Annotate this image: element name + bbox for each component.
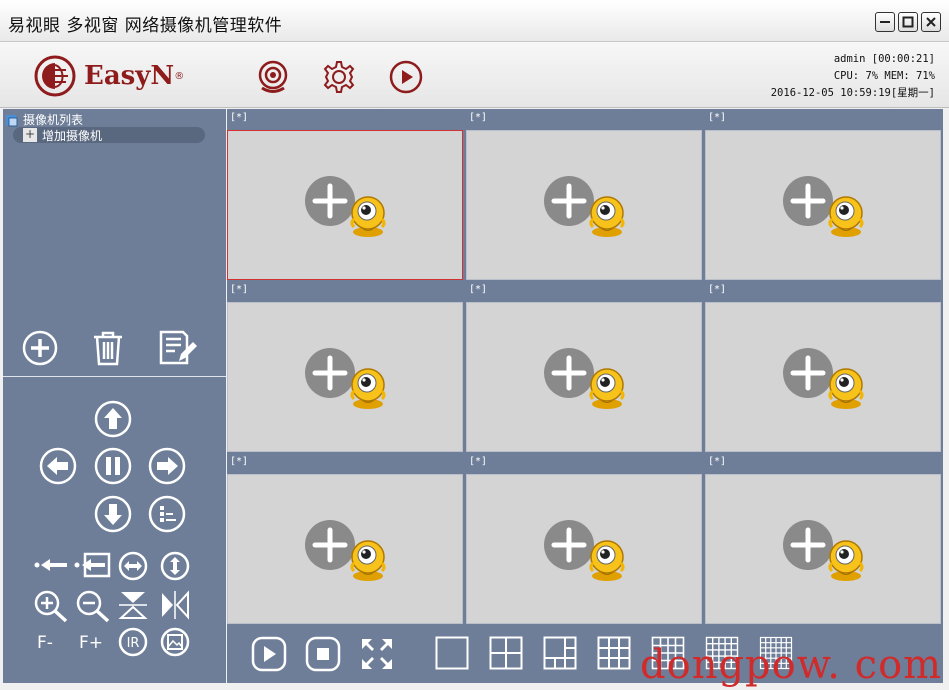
app-header: EasyN ® admin [00:00:21] CPU: 7% MEM: 71… xyxy=(0,42,949,108)
minimize-button[interactable] xyxy=(875,12,895,32)
video-screen[interactable] xyxy=(705,130,941,280)
video-screen[interactable] xyxy=(466,130,702,280)
resource-usage-text: CPU: 7% MEM: 71% xyxy=(833,70,935,82)
video-cell-7[interactable]: [*] xyxy=(227,453,463,625)
arrow-down-icon[interactable] xyxy=(93,494,133,534)
camera-list-icon xyxy=(6,114,18,126)
video-screen[interactable] xyxy=(227,474,463,624)
layout-6-icon[interactable] xyxy=(543,636,577,670)
zoom-out-icon[interactable] xyxy=(75,589,111,623)
video-screen[interactable] xyxy=(227,130,463,280)
fullscreen-icon[interactable] xyxy=(359,636,395,672)
camera-list-root[interactable]: 摄像机列表 xyxy=(5,111,83,128)
video-screen[interactable] xyxy=(705,302,941,452)
add-camera-icon[interactable] xyxy=(21,329,59,367)
cell-label: [*] xyxy=(469,112,488,123)
layout-9-icon[interactable] xyxy=(597,636,631,670)
preset-list-icon[interactable] xyxy=(147,494,187,534)
expand-plus-icon: + xyxy=(23,127,37,142)
add-camera-placeholder-icon xyxy=(544,176,625,237)
add-camera-placeholder-icon xyxy=(305,176,386,237)
image-settings-icon[interactable] xyxy=(159,626,191,658)
pause-icon[interactable] xyxy=(93,446,133,486)
add-camera-placeholder-icon xyxy=(783,348,864,409)
zoom-in-icon[interactable] xyxy=(33,589,69,623)
video-grid: [*] [*] [*] [*] [*] [*] [*] [*] [*] xyxy=(227,109,943,626)
camera-actions xyxy=(3,329,226,375)
add-camera-placeholder-icon xyxy=(783,520,864,581)
focus-plus-button[interactable]: F+ xyxy=(79,633,103,653)
video-screen[interactable] xyxy=(227,302,463,452)
logo-registered-mark: ® xyxy=(174,70,185,82)
maximize-button[interactable] xyxy=(898,12,918,32)
add-camera-placeholder-icon xyxy=(305,348,386,409)
close-icon xyxy=(926,17,936,27)
logo-text: EasyN xyxy=(84,61,175,91)
video-cell-4[interactable]: [*] xyxy=(227,281,463,453)
add-camera-placeholder-icon xyxy=(544,520,625,581)
minimize-icon xyxy=(880,21,890,23)
arrow-right-icon[interactable] xyxy=(147,446,187,486)
cell-label: [*] xyxy=(469,456,488,467)
vertical-scan-icon[interactable] xyxy=(159,550,191,582)
horizontal-scan-icon[interactable] xyxy=(117,550,149,582)
video-screen[interactable] xyxy=(705,474,941,624)
ir-label: IR xyxy=(127,636,140,651)
datetime-text: 2016-12-05 10:59:19[星期一] xyxy=(770,87,935,99)
cell-label: [*] xyxy=(469,284,488,295)
edit-icon[interactable] xyxy=(157,329,197,367)
video-cell-9[interactable]: [*] xyxy=(705,453,941,625)
maximize-icon xyxy=(902,16,914,28)
video-cell-3[interactable]: [*] xyxy=(705,109,941,281)
play-icon[interactable] xyxy=(388,59,424,95)
sidebar: 摄像机列表 + 增加摄像机 F- F+ IR xyxy=(3,109,226,683)
zoom-out-arrow-icon[interactable] xyxy=(31,552,71,578)
cell-label: [*] xyxy=(708,112,727,123)
zoom-in-arrow-icon[interactable] xyxy=(73,552,113,578)
video-cell-1[interactable]: [*] xyxy=(227,109,463,281)
tree-item-add-camera[interactable]: + 增加摄像机 xyxy=(13,127,205,143)
video-cell-8[interactable]: [*] xyxy=(466,453,702,625)
camera-icon[interactable] xyxy=(256,59,292,95)
arrow-left-icon[interactable] xyxy=(38,446,78,486)
layout-4-icon[interactable] xyxy=(489,636,523,670)
video-cell-2[interactable]: [*] xyxy=(466,109,702,281)
trash-icon[interactable] xyxy=(89,329,127,367)
flip-vertical-icon[interactable] xyxy=(117,589,149,621)
window-controls xyxy=(875,12,941,32)
window-title: 易视眼 多视窗 网络摄像机管理软件 xyxy=(8,16,283,36)
cell-label: [*] xyxy=(230,456,249,467)
user-session-text: admin [00:00:21] xyxy=(833,53,935,65)
title-bar: 易视眼 多视窗 网络摄像机管理软件 xyxy=(0,0,949,42)
cell-label: [*] xyxy=(708,284,727,295)
video-screen[interactable] xyxy=(466,302,702,452)
mirror-icon[interactable] xyxy=(159,589,191,621)
layout-1-icon[interactable] xyxy=(435,636,469,670)
focus-minus-button[interactable]: F- xyxy=(37,633,53,653)
cell-label: [*] xyxy=(230,112,249,123)
sidebar-divider xyxy=(3,376,226,377)
ir-button[interactable]: IR xyxy=(117,626,149,658)
video-screen[interactable] xyxy=(466,474,702,624)
status-panel: admin [00:00:21] CPU: 7% MEM: 71% 2016-1… xyxy=(771,51,935,102)
video-cell-5[interactable]: [*] xyxy=(466,281,702,453)
add-camera-placeholder-icon xyxy=(783,176,864,237)
brand-logo: EasyN ® xyxy=(32,53,184,99)
stop-all-icon[interactable] xyxy=(305,636,341,672)
cell-label: [*] xyxy=(230,284,249,295)
cell-label: [*] xyxy=(708,456,727,467)
globe-logo-icon xyxy=(34,55,76,97)
video-cell-6[interactable]: [*] xyxy=(705,281,941,453)
close-button[interactable] xyxy=(921,12,941,32)
arrow-up-icon[interactable] xyxy=(93,399,133,439)
watermark-text: dongpow. com xyxy=(640,642,943,688)
tree-item-label: 增加摄像机 xyxy=(42,128,103,143)
play-all-icon[interactable] xyxy=(251,636,287,672)
gear-icon[interactable] xyxy=(321,59,357,95)
add-camera-placeholder-icon xyxy=(305,520,386,581)
add-camera-placeholder-icon xyxy=(544,348,625,409)
camera-list-label: 摄像机列表 xyxy=(23,113,84,127)
